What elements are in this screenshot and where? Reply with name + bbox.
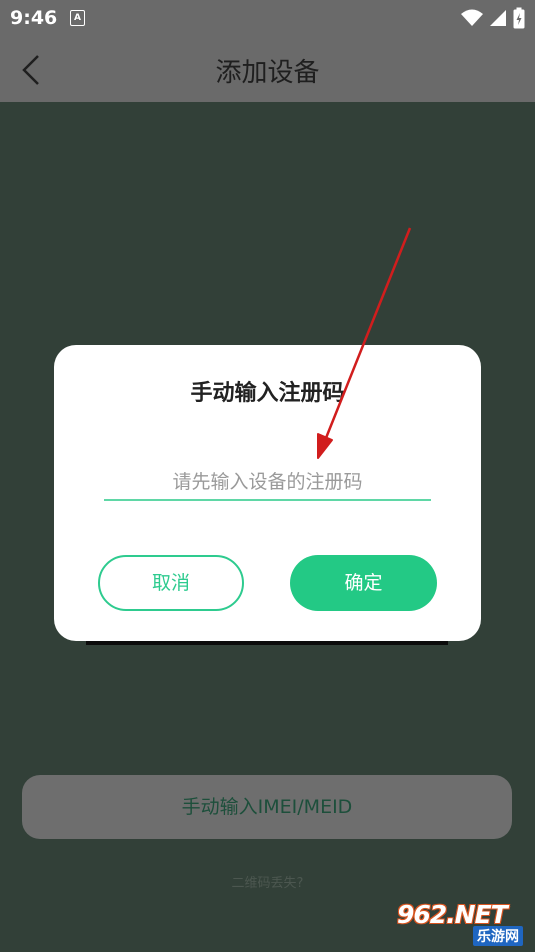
battery-icon (513, 7, 525, 29)
status-time: 9:46 (10, 7, 58, 29)
manual-imei-button[interactable]: 手动输入IMEI/MEID (22, 775, 512, 839)
page-title: 添加设备 (215, 58, 320, 88)
watermark-logo: 962.NET 乐游网 (397, 900, 527, 946)
notification-icon: A (70, 10, 85, 26)
signal-icon (490, 10, 506, 26)
cancel-button[interactable]: 取消 (98, 555, 244, 611)
wifi-icon (461, 9, 483, 26)
app-bar: 添加设备 (0, 36, 535, 102)
registration-dialog: 手动输入注册码 取消 确定 (54, 345, 481, 641)
status-icons (461, 7, 525, 29)
dialog-title: 手动输入注册码 (190, 381, 345, 406)
registration-code-input[interactable] (104, 465, 431, 501)
qr-lost-link[interactable]: 二维码丢失? (0, 872, 535, 891)
watermark-logo-text: 962.NET (397, 900, 508, 929)
status-bar: 9:46 A (0, 0, 535, 36)
confirm-button[interactable]: 确定 (290, 555, 437, 611)
watermark-sub-text: 乐游网 (473, 926, 523, 946)
